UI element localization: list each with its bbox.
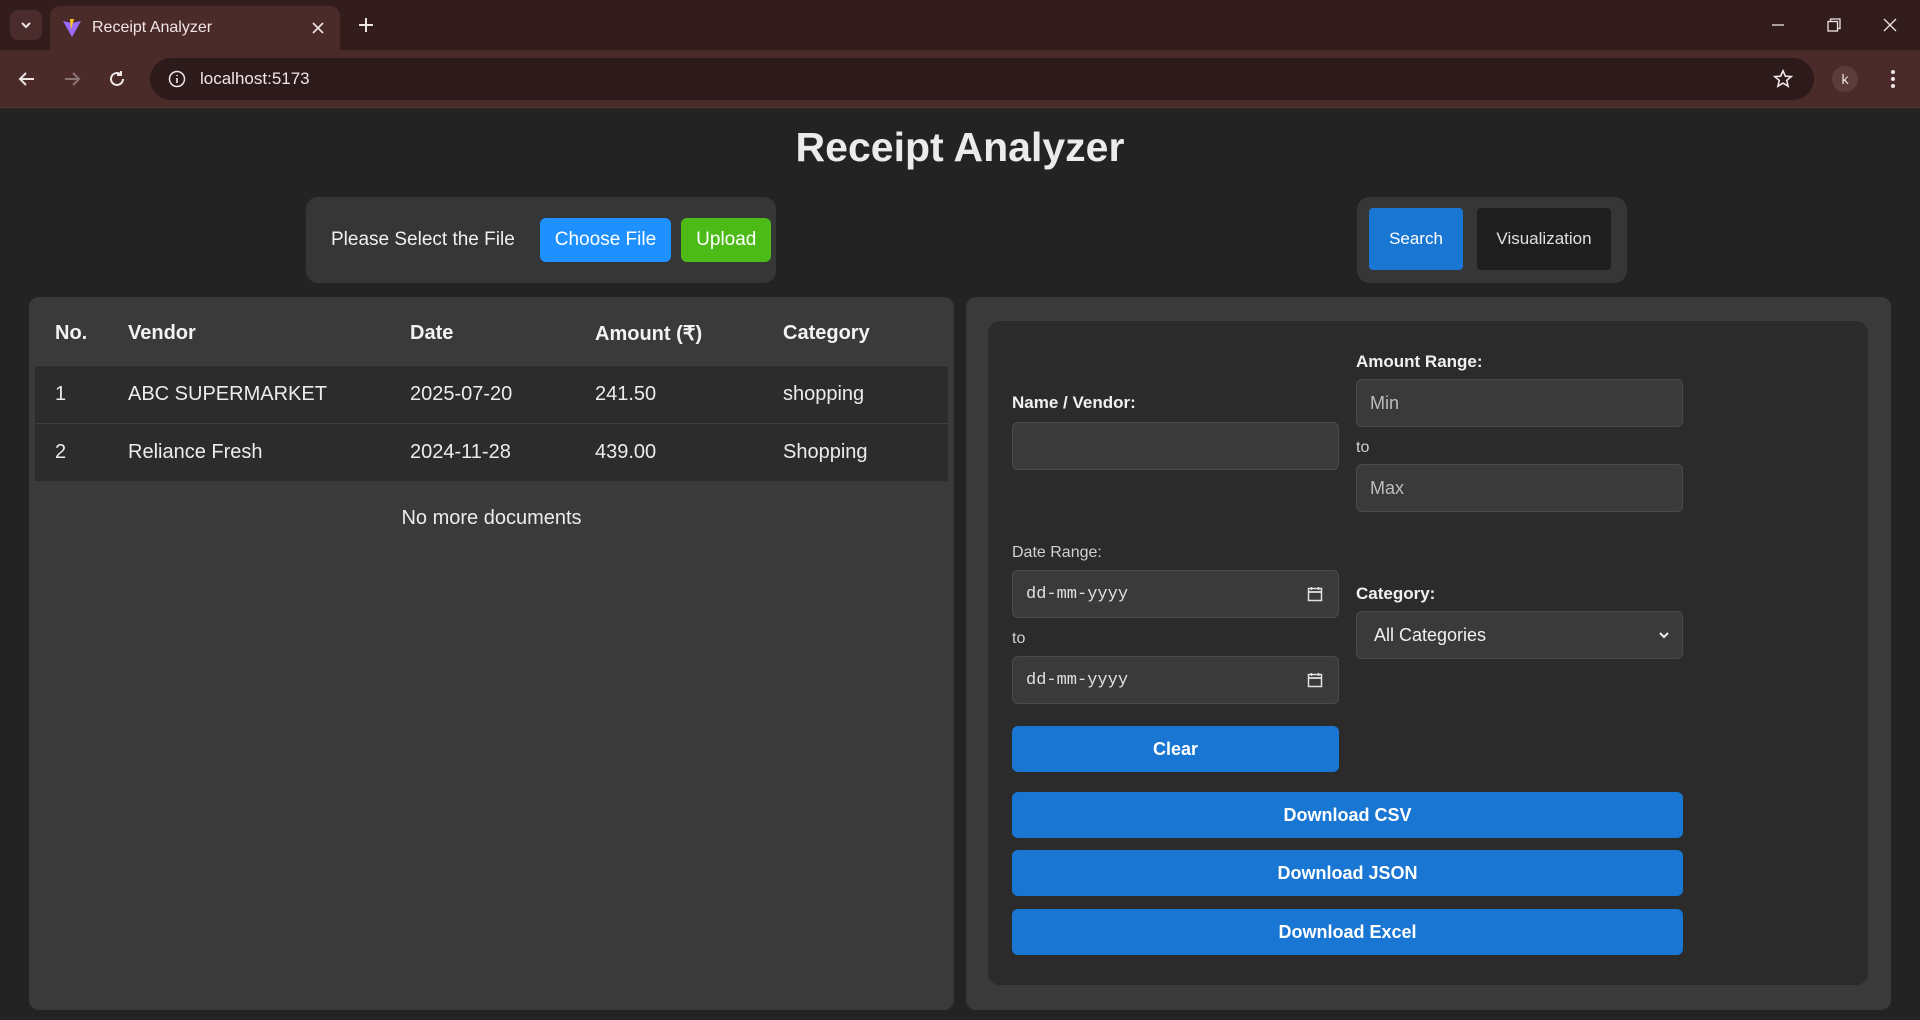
close-window-button[interactable] [1862, 0, 1918, 50]
receipts-panel: No. Vendor Date Amount (₹) Category 1 AB… [29, 297, 954, 1010]
back-button[interactable] [10, 62, 44, 96]
receipts-table: No. Vendor Date Amount (₹) Category 1 AB… [35, 303, 948, 481]
amount-max-placeholder: Max [1370, 477, 1405, 498]
vendor-input[interactable] [1012, 422, 1339, 470]
close-icon [1883, 18, 1897, 32]
filter-card: Name / Vendor: Amount Range: Min to Max … [988, 321, 1868, 985]
cell-no: 1 [35, 364, 128, 423]
tab-search-button[interactable] [10, 10, 42, 40]
category-label: Category: [1356, 584, 1436, 603]
date-from-input[interactable]: dd-mm-yyyy [1012, 570, 1339, 618]
new-tab-button[interactable] [350, 10, 382, 40]
download-json-button[interactable]: Download JSON [1012, 850, 1683, 896]
amount-range-label: Amount Range: [1356, 352, 1483, 371]
cell-amount: 241.50 [595, 364, 783, 423]
cell-amount: 439.00 [595, 422, 783, 481]
amount-min-input[interactable]: Min [1356, 379, 1683, 427]
cell-vendor: ABC SUPERMARKET [128, 364, 410, 423]
browser-tab-strip: Receipt Analyzer [0, 0, 1920, 50]
upload-button[interactable]: Upload [681, 218, 772, 262]
vendor-label: Name / Vendor: [1012, 393, 1136, 412]
reload-button[interactable] [100, 62, 134, 96]
restore-icon [1827, 18, 1841, 32]
tab-close-icon[interactable] [304, 14, 332, 42]
vite-logo-icon [63, 19, 81, 37]
chevron-down-icon [1659, 632, 1669, 639]
table-row[interactable]: 2 Reliance Fresh 2024-11-28 439.00 Shopp… [35, 422, 948, 481]
download-csv-button[interactable]: Download CSV [1012, 792, 1683, 838]
search-mode-button[interactable]: Search [1369, 208, 1463, 270]
browser-toolbar: localhost:5173 k [0, 50, 1920, 108]
cell-no: 2 [35, 422, 128, 481]
address-bar[interactable]: localhost:5173 [150, 58, 1814, 100]
mode-switcher: Search Visualization [1357, 197, 1627, 283]
site-info-icon[interactable] [164, 66, 190, 92]
more-vert-icon [1891, 70, 1895, 88]
download-excel-button[interactable]: Download Excel [1012, 909, 1683, 955]
date-range-label: Date Range: [1012, 544, 1102, 561]
choose-file-button[interactable]: Choose File [539, 218, 672, 262]
cell-date: 2025-07-20 [410, 364, 595, 423]
back-arrow-icon [18, 72, 34, 86]
plus-icon [359, 18, 373, 32]
date-to-label: to [1012, 630, 1026, 647]
page-content: Receipt Analyzer Please Select the File … [0, 108, 1920, 1020]
restore-button[interactable] [1806, 0, 1862, 50]
table-row[interactable]: 1 ABC SUPERMARKET 2025-07-20 241.50 shop… [35, 364, 948, 423]
amount-to-label: to [1356, 439, 1370, 456]
calendar-icon[interactable] [1304, 583, 1326, 605]
header-vendor: Vendor [128, 322, 196, 345]
category-select[interactable]: All Categories [1356, 611, 1683, 659]
header-no: No. [55, 322, 88, 345]
browser-menu-button[interactable] [1876, 62, 1910, 96]
header-date: Date [410, 322, 454, 345]
header-amount: Amount (₹) [595, 323, 703, 346]
table-header-row: No. Vendor Date Amount (₹) Category [35, 303, 948, 365]
no-more-documents-text: No more documents [401, 507, 582, 529]
bookmark-star-icon[interactable] [1766, 62, 1800, 96]
visualization-mode-button[interactable]: Visualization [1477, 208, 1611, 270]
cell-category: Shopping [783, 422, 948, 481]
cell-vendor: Reliance Fresh [128, 422, 410, 481]
upload-label: Please Select the File [331, 229, 515, 250]
url-text: localhost:5173 [200, 69, 310, 88]
cell-date: 2024-11-28 [410, 422, 595, 481]
clear-button[interactable]: Clear [1012, 726, 1339, 772]
amount-min-placeholder: Min [1370, 392, 1400, 413]
chevron-down-icon [21, 22, 31, 29]
minimize-icon [1772, 24, 1784, 26]
category-selected-value: All Categories [1374, 624, 1487, 645]
calendar-icon[interactable] [1304, 669, 1326, 691]
page-title: Receipt Analyzer [795, 124, 1125, 170]
browser-tab[interactable]: Receipt Analyzer [50, 6, 340, 50]
filters-panel: Name / Vendor: Amount Range: Min to Max … [966, 297, 1891, 1010]
cell-category: shopping [783, 364, 948, 423]
date-from-placeholder: dd-mm-yyyy [1026, 584, 1129, 604]
date-to-placeholder: dd-mm-yyyy [1026, 670, 1129, 690]
profile-avatar[interactable]: k [1832, 66, 1858, 92]
tab-title: Receipt Analyzer [92, 19, 213, 36]
upload-panel: Please Select the File Choose File Uploa… [306, 197, 776, 283]
forward-arrow-icon [65, 72, 81, 86]
reload-icon [110, 71, 124, 86]
minimize-button[interactable] [1750, 0, 1806, 50]
amount-max-input[interactable]: Max [1356, 464, 1683, 512]
forward-button[interactable] [55, 62, 89, 96]
header-category: Category [783, 322, 870, 345]
date-to-input[interactable]: dd-mm-yyyy [1012, 656, 1339, 704]
